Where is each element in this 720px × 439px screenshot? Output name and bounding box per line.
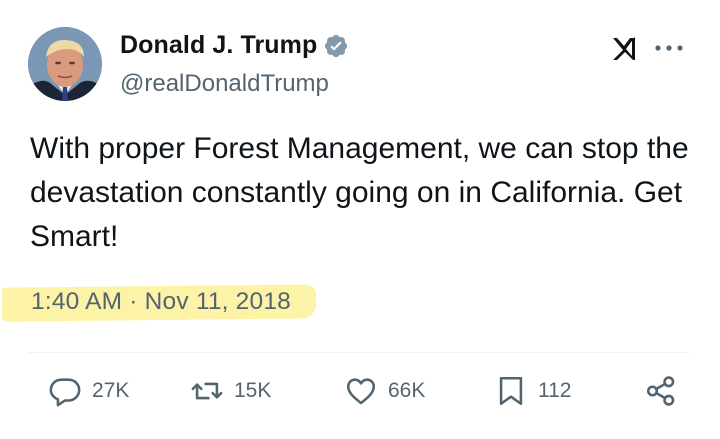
share-icon [646,376,675,406]
author-handle[interactable]: @realDonaldTrump [120,70,329,98]
author-name[interactable]: Donald J. Trump [120,31,317,60]
bookmark-count: 112 [538,379,572,402]
reply-button[interactable]: 27K [48,374,129,408]
like-count: 66K [388,379,426,402]
reply-icon [49,378,81,407]
avatar-image [28,27,102,101]
retweet-count: 15K [234,379,272,402]
verified-badge-icon [325,34,348,57]
tweet-timestamp[interactable]: 1:40 AM · Nov 11, 2018 [31,288,291,316]
bookmark-button[interactable]: 112 [494,374,571,408]
divider [28,352,690,353]
retweet-button[interactable]: 15K [190,374,271,408]
reply-count: 27K [92,379,130,402]
more-icon[interactable] [652,39,686,57]
like-button[interactable]: 66K [344,374,425,408]
tweet-text: With proper Forest Management, we can st… [30,132,689,253]
avatar[interactable] [28,27,102,101]
bookmark-icon [499,376,523,406]
heart-icon [346,378,376,405]
action-bar: 27K 15K 66K 112 [0,374,720,418]
grok-icon[interactable] [610,34,638,62]
share-button[interactable] [644,374,678,408]
retweet-icon [191,382,223,400]
